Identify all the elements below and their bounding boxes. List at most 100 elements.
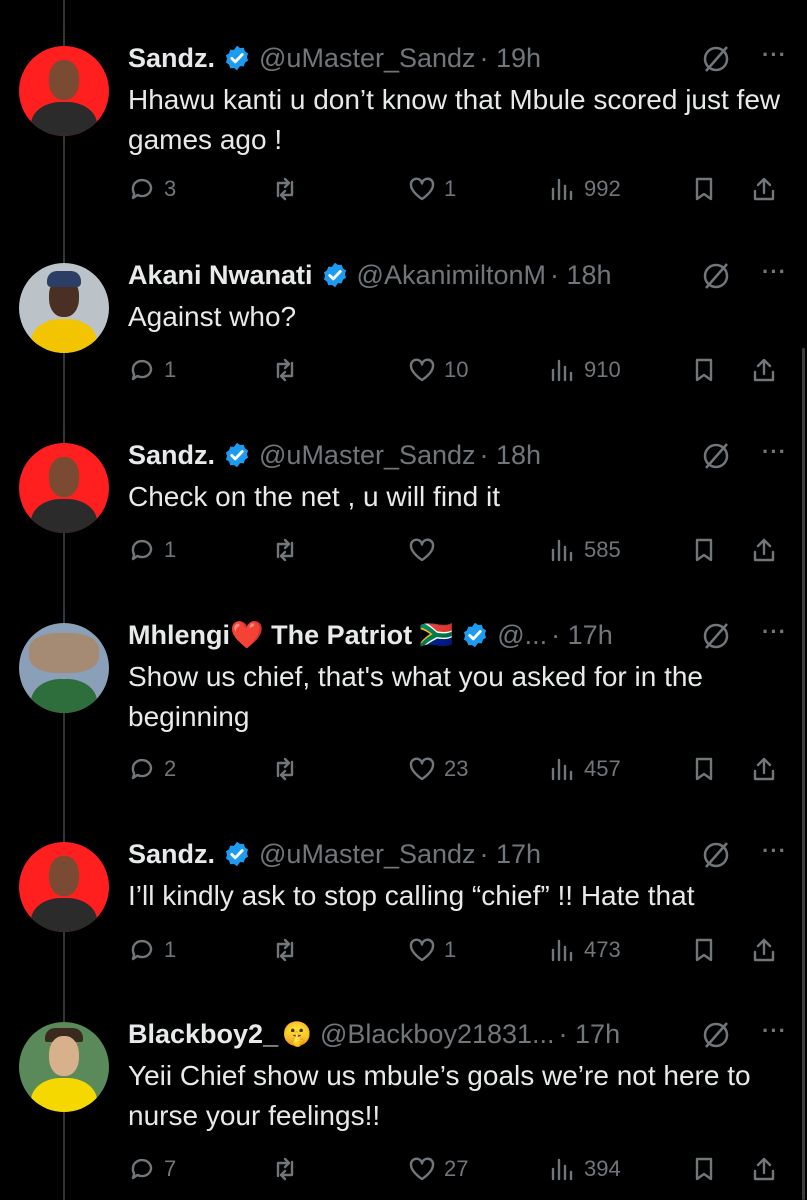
- tweet[interactable]: Sandz. @uMaster_Sandz · 19h ··· Hhawu ka…: [0, 40, 807, 220]
- analytics-icon: [551, 539, 573, 562]
- user-handle[interactable]: @AkanimiltonM: [357, 260, 546, 291]
- tweet-actions: 1 585: [128, 532, 788, 568]
- views-button[interactable]: 585: [548, 532, 621, 568]
- avatar[interactable]: [19, 443, 109, 533]
- display-name[interactable]: Mhlengi❤️ The Patriot 🇿🇦: [128, 619, 453, 651]
- like-button[interactable]: 10: [408, 352, 468, 388]
- heart-icon: [409, 177, 435, 201]
- user-handle[interactable]: @uMaster_Sandz: [259, 43, 476, 74]
- share-button[interactable]: [750, 171, 778, 207]
- retweet-icon: [276, 757, 294, 781]
- share-button[interactable]: [750, 532, 778, 568]
- tweet-time: · 18h: [550, 259, 612, 290]
- retweet-button[interactable]: [271, 751, 307, 787]
- tweet-header: Sandz. @uMaster_Sandz · 18h: [128, 437, 541, 473]
- tweet-text: Yeii Chief show us mbule’s goals we’re n…: [128, 1060, 751, 1131]
- display-name[interactable]: Blackboy2_: [128, 1019, 278, 1050]
- more-options-icon[interactable]: ···: [762, 838, 787, 864]
- views-button[interactable]: 910: [548, 352, 621, 388]
- reply-button[interactable]: 7: [128, 1151, 176, 1187]
- tweet-header: Akani Nwanati @AkanimiltonM · 18h: [128, 257, 612, 293]
- display-name[interactable]: Akani Nwanati: [128, 260, 313, 291]
- grok-icon[interactable]: [701, 840, 731, 870]
- retweet-icon: [276, 358, 294, 382]
- display-name[interactable]: Sandz.: [128, 839, 215, 870]
- verified-badge-icon: [464, 622, 487, 648]
- bookmark-button[interactable]: [690, 932, 718, 968]
- share-button[interactable]: [750, 352, 778, 388]
- more-options-icon[interactable]: ···: [762, 619, 787, 645]
- like-button[interactable]: 23: [408, 751, 468, 787]
- view-count: 585: [584, 537, 621, 562]
- share-button[interactable]: [750, 751, 778, 787]
- tweet-time: · 17h: [479, 838, 542, 869]
- views-button[interactable]: 394: [548, 1151, 621, 1187]
- views-button[interactable]: 992: [548, 171, 621, 207]
- views-button[interactable]: 473: [548, 932, 621, 968]
- tweet[interactable]: Sandz. @uMaster_Sandz · 17h ··· I’ll kin…: [0, 836, 807, 1016]
- retweet-button[interactable]: [271, 932, 307, 968]
- more-options-icon[interactable]: ···: [762, 439, 787, 465]
- avatar[interactable]: [19, 623, 109, 713]
- views-button[interactable]: 457: [548, 751, 621, 787]
- retweet-button[interactable]: [271, 1151, 307, 1187]
- shushing-face-emoji: 🤫: [282, 1020, 312, 1048]
- avatar[interactable]: [19, 46, 109, 136]
- avatar[interactable]: [19, 842, 109, 932]
- user-handle[interactable]: @Blackboy21831...: [320, 1019, 555, 1050]
- analytics-icon: [551, 178, 573, 201]
- user-handle[interactable]: @...: [497, 620, 547, 651]
- bookmark-button[interactable]: [690, 532, 718, 568]
- share-icon: [753, 938, 775, 962]
- more-options-icon[interactable]: ···: [762, 259, 787, 285]
- more-options-icon[interactable]: ···: [762, 1018, 787, 1044]
- reply-count: 3: [164, 176, 177, 201]
- reply-button[interactable]: 2: [128, 751, 176, 787]
- tweet-header: Sandz. @uMaster_Sandz · 19h: [128, 40, 541, 76]
- bookmark-button[interactable]: [690, 171, 718, 207]
- reply-icon: [131, 539, 153, 561]
- tweet[interactable]: Akani Nwanati @AkanimiltonM · 18h ··· Ag…: [0, 257, 807, 437]
- tweet[interactable]: Blackboy2_ 🤫 @Blackboy21831... · 17h ···…: [0, 1016, 807, 1196]
- retweet-button[interactable]: [271, 171, 307, 207]
- like-button[interactable]: 1: [408, 171, 456, 207]
- grok-icon[interactable]: [701, 441, 731, 471]
- bookmark-icon: [695, 177, 713, 201]
- user-handle[interactable]: @uMaster_Sandz: [259, 440, 476, 471]
- retweet-button[interactable]: [271, 352, 307, 388]
- more-options-icon[interactable]: ···: [762, 42, 787, 68]
- avatar[interactable]: [19, 263, 109, 353]
- retweet-button[interactable]: [271, 532, 307, 568]
- verified-badge-icon: [225, 45, 249, 71]
- bookmark-button[interactable]: [690, 1151, 718, 1187]
- tweet-text: Check on the net , u will find it: [128, 481, 500, 512]
- tweet-actions: 1 10 910: [128, 352, 788, 388]
- reply-button[interactable]: 1: [128, 352, 176, 388]
- bookmark-button[interactable]: [690, 751, 718, 787]
- retweet-icon: [276, 1157, 294, 1181]
- like-button[interactable]: 27: [408, 1151, 468, 1187]
- reply-button[interactable]: 1: [128, 532, 176, 568]
- tweet[interactable]: Mhlengi❤️ The Patriot 🇿🇦 @... · 17h ··· …: [0, 617, 807, 797]
- like-button[interactable]: 1: [408, 932, 456, 968]
- user-handle[interactable]: @uMaster_Sandz: [259, 839, 476, 870]
- share-button[interactable]: [750, 1151, 778, 1187]
- reply-icon: [131, 1158, 153, 1180]
- grok-icon[interactable]: [701, 261, 731, 291]
- retweet-icon: [276, 938, 294, 962]
- reply-button[interactable]: 3: [128, 171, 176, 207]
- grok-icon[interactable]: [701, 44, 731, 74]
- reply-button[interactable]: 1: [128, 932, 176, 968]
- bookmark-button[interactable]: [690, 352, 718, 388]
- like-button[interactable]: [408, 532, 444, 568]
- grok-icon[interactable]: [701, 1020, 731, 1050]
- grok-icon[interactable]: [701, 621, 731, 651]
- tweet-time: · 19h: [479, 42, 542, 73]
- share-button[interactable]: [750, 932, 778, 968]
- display-name[interactable]: Sandz.: [128, 440, 215, 471]
- avatar[interactable]: [19, 1022, 109, 1112]
- tweet[interactable]: Sandz. @uMaster_Sandz · 18h ··· Check on…: [0, 437, 807, 617]
- verified-badge-icon: [225, 841, 249, 867]
- tweet-text: I’ll kindly ask to stop calling “chief” …: [128, 880, 695, 911]
- display-name[interactable]: Sandz.: [128, 43, 215, 74]
